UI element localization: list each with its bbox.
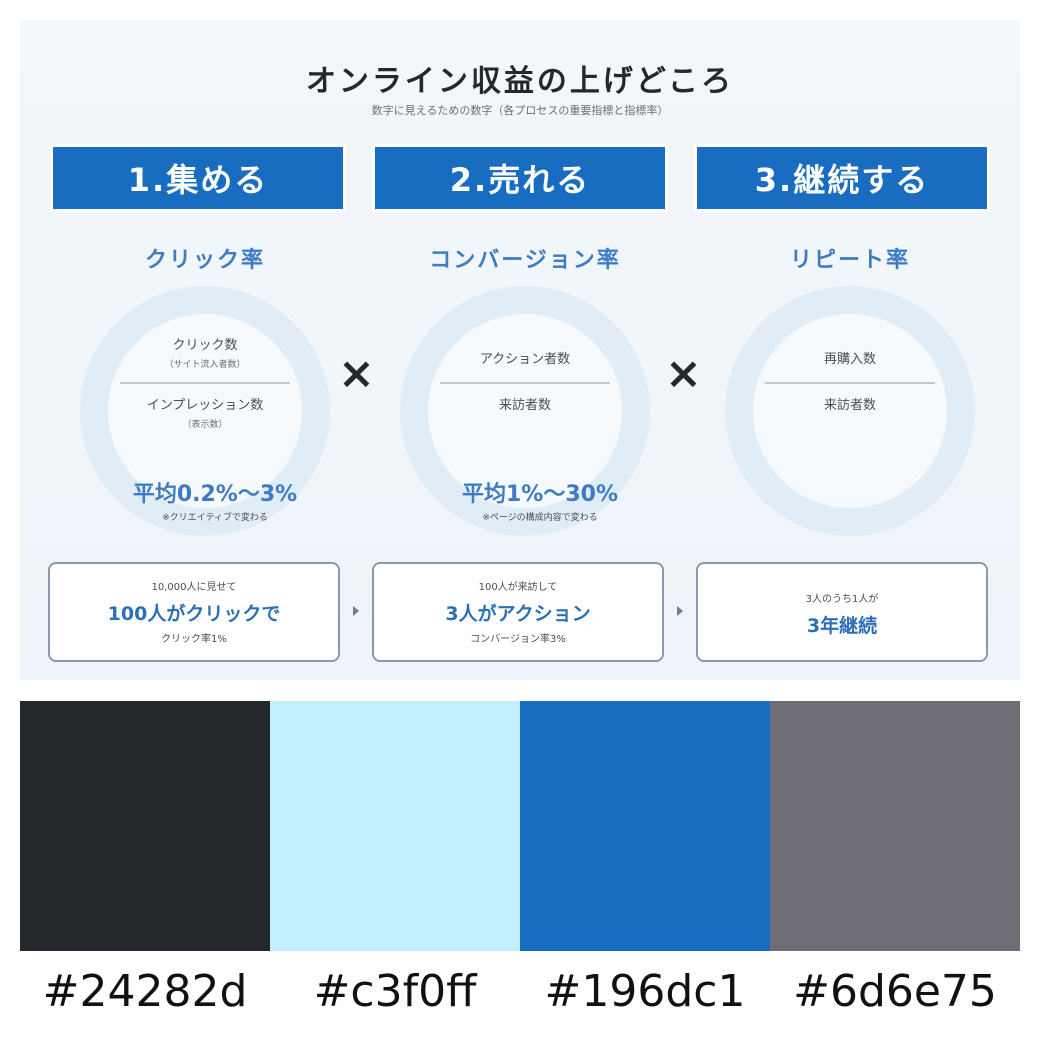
numerator-label: 再購入数 bbox=[823, 352, 876, 367]
denominator-label: 来訪者数 bbox=[823, 398, 876, 413]
color-palette bbox=[20, 701, 1020, 951]
arrow-right-icon bbox=[677, 606, 683, 616]
color-labels: #24282d #c3f0ff #196dc1 #6d6e75 bbox=[20, 966, 1020, 1017]
example-line: 3人のうち1人が bbox=[805, 594, 879, 605]
page-title: オンライン収益の上げどころ bbox=[305, 64, 735, 99]
fraction-bar bbox=[765, 382, 935, 384]
example-line: 10,000人に見せて bbox=[151, 582, 237, 593]
example-line: 100人が来訪して bbox=[478, 582, 558, 593]
color-hex-label: #24282d bbox=[42, 966, 248, 1017]
example-highlight: 100人がクリックで bbox=[107, 603, 281, 625]
example-line: クリック率1% bbox=[161, 634, 227, 645]
metric-numerator: クリック数 （サイト流入者数） bbox=[110, 334, 300, 370]
step-header-continue: 3.継続する bbox=[694, 144, 990, 212]
color-swatch bbox=[520, 701, 770, 951]
multiply-sign: × bbox=[665, 348, 702, 399]
example-card-repeat: 3人のうち1人が 3年継続 bbox=[696, 562, 988, 662]
average-click-rate-note: ※クリエイティブで変わる bbox=[162, 513, 268, 523]
color-swatch bbox=[20, 701, 270, 951]
example-highlight: 3年継続 bbox=[806, 615, 878, 637]
fraction-bar bbox=[120, 382, 290, 384]
color-hex-label: #6d6e75 bbox=[793, 966, 997, 1017]
denominator-label: インプレッション数 bbox=[146, 398, 264, 413]
page-subtitle: 数字に見えるための数字（各プロセスの重要指標と指標率） bbox=[371, 104, 669, 117]
metric-denominator: 来訪者数 bbox=[430, 394, 620, 413]
numerator-label: クリック数 bbox=[172, 338, 238, 353]
metric-denominator: 来訪者数 bbox=[755, 394, 945, 413]
average-conversion-rate-note: ※ページの構成内容で変わる bbox=[482, 513, 598, 523]
numerator-note: （サイト流入者数） bbox=[164, 360, 246, 370]
multiply-sign: × bbox=[338, 348, 375, 399]
metric-column-repeat-rate: リピート率 再購入数 来訪者数 bbox=[710, 242, 1010, 562]
color-swatch bbox=[770, 701, 1020, 951]
denominator-note: （表示数） bbox=[182, 420, 228, 430]
numerator-label: アクション者数 bbox=[479, 352, 571, 367]
example-highlight: 3人がアクション bbox=[445, 603, 591, 625]
color-hex-label: #196dc1 bbox=[544, 966, 746, 1017]
denominator-label: 来訪者数 bbox=[498, 398, 551, 413]
color-swatch bbox=[270, 701, 520, 951]
step-headers: 1.集める 2.売れる 3.継続する bbox=[50, 144, 990, 212]
metric-name: クリック率 bbox=[144, 248, 265, 273]
metric-name: リピート率 bbox=[789, 248, 910, 273]
metric-numerator: 再購入数 bbox=[755, 348, 945, 367]
metric-name: コンバージョン率 bbox=[429, 248, 621, 273]
fraction-bar bbox=[440, 382, 610, 384]
step-header-sell: 2.売れる bbox=[372, 144, 668, 212]
infographic: オンライン収益の上げどころ 数字に見えるための数字（各プロセスの重要指標と指標率… bbox=[20, 20, 1020, 680]
step-header-collect: 1.集める bbox=[50, 144, 346, 212]
average-conversion-rate: 平均1%〜30% bbox=[461, 482, 618, 507]
arrow-right-icon bbox=[353, 606, 359, 616]
color-hex-label: #c3f0ff bbox=[313, 966, 477, 1017]
metric-denominator: インプレッション数 （表示数） bbox=[110, 394, 300, 430]
example-card-conversion: 100人が来訪して 3人がアクション コンバージョン率3% bbox=[372, 562, 664, 662]
metric-numerator: アクション者数 bbox=[430, 348, 620, 367]
example-card-click: 10,000人に見せて 100人がクリックで クリック率1% bbox=[48, 562, 340, 662]
example-line: コンバージョン率3% bbox=[470, 634, 566, 645]
average-click-rate: 平均0.2%〜3% bbox=[132, 482, 298, 507]
